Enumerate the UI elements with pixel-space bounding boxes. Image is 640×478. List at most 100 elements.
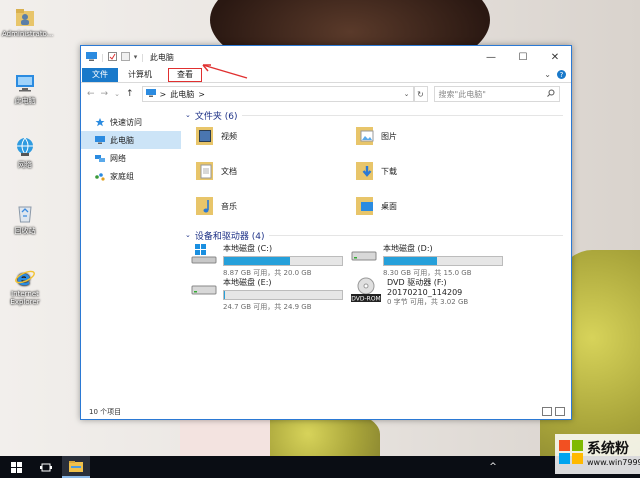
watermark: 系统粉 www.win7999.com xyxy=(555,434,640,474)
back-arrow-icon[interactable]: ← xyxy=(87,89,95,99)
search-icon xyxy=(546,89,555,99)
tray-expand-icon[interactable]: ^ xyxy=(486,456,500,478)
group-divider xyxy=(268,234,563,236)
pictures-folder-icon xyxy=(355,125,375,147)
toolbar-divider: | xyxy=(101,52,104,62)
task-view-button[interactable] xyxy=(32,456,60,478)
dvd-rom-label: DVD-ROM xyxy=(351,296,380,303)
window-controls: — ☐ ✕ xyxy=(475,46,571,68)
folder-videos[interactable]: 视频 xyxy=(195,125,237,147)
nav-item-homegroup[interactable]: 家庭组 xyxy=(81,167,181,185)
collapse-chevron-icon[interactable]: ⌄ xyxy=(185,231,191,239)
downloads-folder-icon xyxy=(355,160,375,182)
tab-file[interactable]: 文件 xyxy=(82,68,118,82)
user-folder-icon xyxy=(14,6,36,28)
folder-label: 图片 xyxy=(381,131,397,141)
folder-pictures[interactable]: 图片 xyxy=(355,125,397,147)
content-pane: ⌄ 文件夹 (6) 视频 图片 文档 下载 音乐 桌面 ⌄ 设备和驱动器 (4)… xyxy=(181,105,571,403)
breadcrumb-separator: > xyxy=(198,89,205,99)
recent-locations-icon[interactable]: ⌄ xyxy=(114,90,120,98)
nav-item-network[interactable]: 网络 xyxy=(81,149,181,167)
desktop-icon-network[interactable]: 网络 xyxy=(2,136,48,170)
minimize-button[interactable]: — xyxy=(475,46,507,68)
close-button[interactable]: ✕ xyxy=(539,46,571,68)
drives-group-header[interactable]: ⌄ 设备和驱动器 (4) xyxy=(185,227,571,243)
large-icons-view-icon[interactable] xyxy=(555,407,565,416)
collapse-chevron-icon[interactable]: ⌄ xyxy=(185,111,191,119)
nav-item-quick-access[interactable]: 快速访问 xyxy=(81,113,181,131)
recycle-bin-icon xyxy=(14,202,36,224)
desktop-icon-administrator[interactable]: Administrato... xyxy=(2,6,53,38)
properties-icon[interactable] xyxy=(107,51,117,63)
drive-usage-bar xyxy=(383,256,503,266)
refresh-icon[interactable]: ↻ xyxy=(413,86,428,102)
tab-computer[interactable]: 计算机 xyxy=(118,68,162,82)
drive-f[interactable]: DVD-ROM DVD 驱动器 (F:) 20170210_114209 0 字… xyxy=(351,277,468,307)
file-explorer-window[interactable]: | ▾ | 此电脑 — ☐ ✕ 文件 计算机 查看 ⌄ ? ← → ⌄ ↑ > … xyxy=(80,45,572,420)
network-icon xyxy=(14,136,36,158)
nav-item-label: 网络 xyxy=(110,153,126,163)
drive-info: 本地磁盘 (E:) 24.7 GB 可用，共 24.9 GB xyxy=(223,277,343,312)
desktop-icon-internet-explorer[interactable]: e Internet Explorer xyxy=(2,266,48,306)
homegroup-icon xyxy=(95,172,105,181)
up-arrow-icon[interactable]: ↑ xyxy=(126,89,134,99)
computer-icon xyxy=(14,72,36,94)
new-folder-icon[interactable] xyxy=(120,51,130,63)
folder-downloads[interactable]: 下载 xyxy=(355,160,397,182)
svg-text:e: e xyxy=(17,266,31,288)
address-bar[interactable]: > 此电脑 > ⌄ xyxy=(141,86,414,102)
customize-toolbar-icon[interactable]: ▾ xyxy=(134,53,138,61)
folder-desktop[interactable]: 桌面 xyxy=(355,195,397,217)
navigation-pane: 快速访问 此电脑 网络 家庭组 xyxy=(81,105,181,403)
drive-c[interactable]: 本地磁盘 (C:) 8.87 GB 可用，共 20.0 GB xyxy=(191,243,343,278)
drive-volume-label: 20170210_114209 xyxy=(387,288,463,297)
music-folder-icon xyxy=(195,195,215,217)
ribbon-tabs: 文件 计算机 查看 ⌄ ? xyxy=(81,64,571,83)
status-bar: 10 个项目 xyxy=(81,405,571,419)
item-count: 10 个项目 xyxy=(89,408,122,416)
details-view-icon[interactable] xyxy=(542,407,552,416)
drive-free-space: 0 字节 可用，共 3.02 GB xyxy=(387,298,469,306)
drive-d[interactable]: 本地磁盘 (D:) 8.30 GB 可用，共 15.0 GB xyxy=(351,243,503,278)
folder-documents[interactable]: 文档 xyxy=(195,160,237,182)
expand-ribbon-icon[interactable]: ⌄ xyxy=(544,70,551,79)
taskbar-file-explorer[interactable] xyxy=(62,456,90,478)
star-icon xyxy=(95,117,105,127)
desktop-icon-recycle-bin[interactable]: 回收站 xyxy=(2,202,48,236)
drive-usage-fill xyxy=(384,257,438,265)
drive-name: 本地磁盘 (E:) xyxy=(223,278,272,287)
search-input[interactable]: 搜索"此电脑" xyxy=(433,86,560,102)
address-dropdown-icon[interactable]: ⌄ xyxy=(404,90,410,98)
breadcrumb-this-pc[interactable]: 此电脑 xyxy=(170,89,194,100)
drive-info: 本地磁盘 (D:) 8.30 GB 可用，共 15.0 GB xyxy=(383,243,503,278)
help-icon[interactable]: ? xyxy=(557,70,566,79)
folder-label: 桌面 xyxy=(381,201,397,211)
drive-usage-fill xyxy=(224,257,291,265)
group-divider xyxy=(241,114,563,116)
internet-explorer-icon: e xyxy=(14,266,36,290)
watermark-url: www.win7999.com xyxy=(587,458,640,467)
drive-usage-bar xyxy=(223,290,343,300)
desktop-icon-this-pc[interactable]: 此电脑 xyxy=(2,72,48,106)
drive-info: 本地磁盘 (C:) 8.87 GB 可用，共 20.0 GB xyxy=(223,243,343,278)
folder-label: 视频 xyxy=(221,131,237,141)
view-toggle xyxy=(542,407,565,416)
forward-arrow-icon[interactable]: → xyxy=(101,89,109,99)
nav-item-this-pc[interactable]: 此电脑 xyxy=(81,131,181,149)
title-bar[interactable]: | ▾ | 此电脑 — ☐ ✕ xyxy=(81,46,571,68)
maximize-button[interactable]: ☐ xyxy=(507,46,539,68)
search-placeholder: 搜索"此电脑" xyxy=(438,89,486,99)
folders-group-header[interactable]: ⌄ 文件夹 (6) xyxy=(185,107,571,123)
folder-music[interactable]: 音乐 xyxy=(195,195,237,217)
desktop-icon-label: 网络 xyxy=(18,161,32,169)
windows-logo-icon xyxy=(10,461,22,473)
hard-drive-icon xyxy=(191,277,217,299)
address-row: ← → ⌄ ↑ > 此电脑 > ⌄ ↻ 搜索"此电脑" xyxy=(81,83,571,105)
desktop-icon-label: 此电脑 xyxy=(14,97,36,105)
drive-name: 本地磁盘 (D:) xyxy=(383,244,433,253)
drive-name: DVD 驱动器 (F:) xyxy=(387,278,447,287)
start-button[interactable] xyxy=(0,456,32,478)
tab-view[interactable]: 查看 xyxy=(168,68,202,82)
drive-info: DVD 驱动器 (F:) 20170210_114209 0 字节 可用，共 3… xyxy=(387,277,468,307)
drive-e[interactable]: 本地磁盘 (E:) 24.7 GB 可用，共 24.9 GB xyxy=(191,277,343,312)
